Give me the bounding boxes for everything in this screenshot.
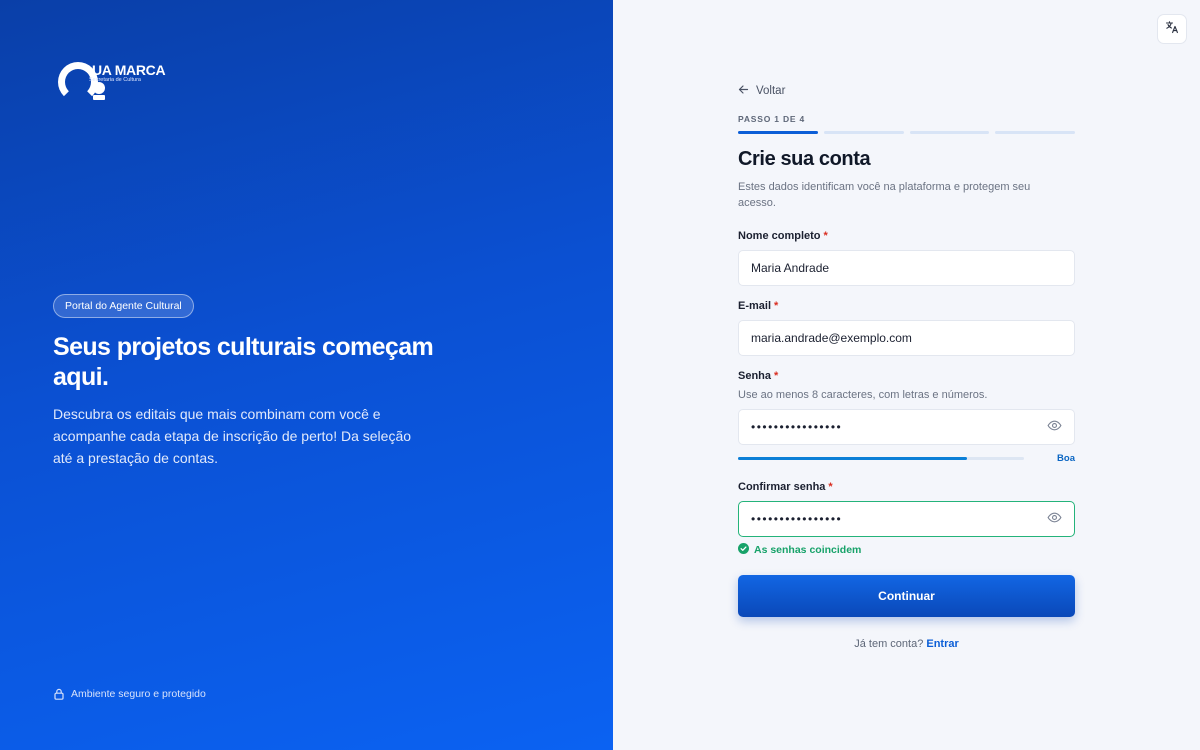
step-progress: [738, 131, 1075, 134]
confirm-label: Confirmar senha *: [738, 481, 833, 493]
hero-title: Seus projetos culturais começam aqui.: [53, 333, 434, 391]
email-input-value: maria.andrade@exemplo.com: [751, 331, 912, 345]
brand-logo: UA MARCA Secretaria de Cultura: [58, 60, 188, 104]
step-segment-3: [909, 131, 990, 134]
name-label: Nome completo *: [738, 230, 828, 242]
logo-base-mark: [93, 95, 105, 100]
email-label: E-mail *: [738, 300, 779, 312]
required-mark: *: [823, 230, 828, 242]
portal-badge: Portal do Agente Cultural: [53, 294, 194, 318]
email-field-group: E-mail * maria.andrade@exemplo.com: [738, 300, 1075, 356]
translate-icon: [1165, 20, 1179, 39]
secure-note-text: Ambiente seguro e protegido: [71, 688, 206, 700]
email-input[interactable]: maria.andrade@exemplo.com: [738, 320, 1075, 356]
eye-icon[interactable]: [1047, 418, 1062, 436]
password-input[interactable]: ••••••••••••••••: [738, 409, 1075, 445]
required-mark: *: [774, 370, 779, 382]
strength-meter: [738, 457, 1024, 460]
brand-subtitle: Secretaria de Cultura: [89, 77, 141, 83]
form-subtitle: Estes dados identificam você na platafor…: [738, 181, 1031, 209]
confirm-field-group: Confirmar senha * •••••••••••••••• As sen…: [738, 481, 1075, 557]
password-field-group: Senha * Use ao menos 8 caracteres, com le…: [738, 370, 1075, 464]
login-prompt-text: Já tem conta?: [854, 638, 924, 650]
name-field-group: Nome completo * Maria Andrade: [738, 230, 1075, 286]
brand-name: UA MARCA: [92, 62, 166, 78]
confirm-password-input[interactable]: ••••••••••••••••: [738, 501, 1075, 537]
step-segment-1: [738, 131, 818, 134]
arrow-left-icon: [738, 84, 749, 98]
back-label: Voltar: [756, 85, 786, 97]
required-mark: *: [774, 300, 779, 312]
password-strength: Boa: [738, 453, 1075, 464]
name-input[interactable]: Maria Andrade: [738, 250, 1075, 286]
strength-label: Boa: [1057, 453, 1075, 464]
logo-dot-mark: [93, 82, 105, 94]
confirm-input-value: ••••••••••••••••: [751, 512, 843, 526]
language-button[interactable]: [1157, 14, 1187, 44]
password-label: Senha *: [738, 370, 779, 382]
strength-meter-fill: [738, 457, 967, 460]
password-match-message: As senhas coincidem: [738, 543, 1075, 557]
login-prompt: Já tem conta? Entrar: [738, 638, 1075, 650]
match-text: As senhas coincidem: [754, 544, 862, 556]
hero-description: Descubra os editais que mais combinam co…: [53, 406, 412, 466]
form-title: Crie sua conta: [738, 148, 871, 170]
password-input-value: ••••••••••••••••: [751, 420, 843, 434]
check-circle-icon: [738, 543, 749, 557]
back-link[interactable]: Voltar: [738, 80, 1075, 102]
signup-form: Voltar PASSO 1 DE 4 Crie sua conta Estes…: [738, 80, 1075, 650]
step-indicator: PASSO 1 DE 4: [738, 114, 806, 124]
secure-note: Ambiente seguro e protegido: [53, 688, 206, 700]
name-input-value: Maria Andrade: [751, 261, 830, 275]
step-segment-2: [823, 131, 904, 134]
login-link[interactable]: Entrar: [926, 638, 958, 650]
brand-panel: UA MARCA Secretaria de Cultura Portal do…: [0, 0, 613, 750]
eye-icon[interactable]: [1047, 510, 1062, 528]
required-mark: *: [828, 481, 833, 493]
step-segment-4: [995, 131, 1075, 134]
password-hint: Use ao menos 8 caracteres, com letras e …: [738, 389, 988, 401]
continue-button[interactable]: Continuar: [738, 575, 1075, 617]
lock-icon: [53, 688, 65, 700]
